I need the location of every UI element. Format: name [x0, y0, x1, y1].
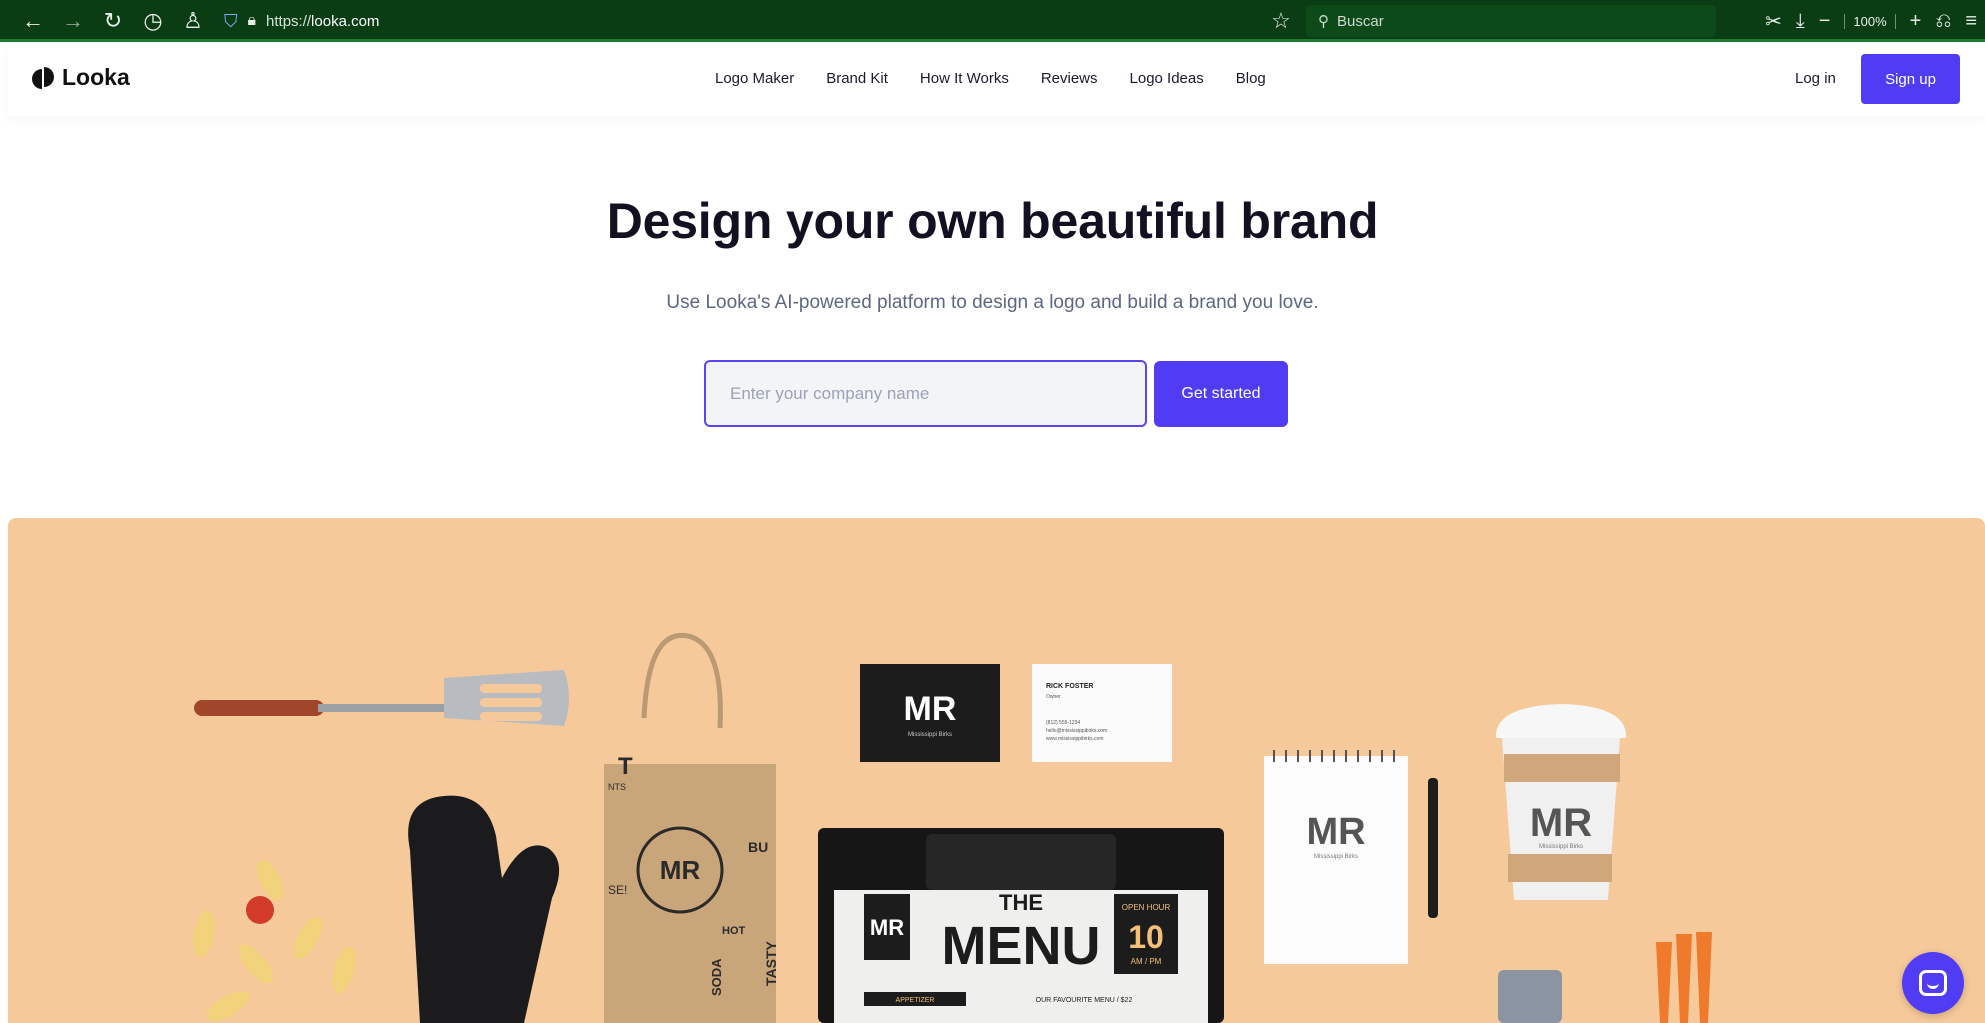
bag-brand-mark: MR — [660, 855, 701, 885]
address-bar[interactable]: ⛉ 🔒︎ https://looka.com — [224, 11, 379, 32]
back-icon[interactable]: ← — [20, 8, 46, 34]
coffee-cup-image: MR Mississippi Birks — [1495, 704, 1627, 900]
favourite-label: OUR FAVOURITE MENU / $22 — [1036, 997, 1133, 1004]
browser-search-box[interactable]: ⚲ Buscar — [1306, 5, 1716, 37]
black-business-card-image: MR Mississippi Birks — [860, 664, 1000, 762]
login-link[interactable]: Log in — [1795, 70, 1836, 87]
site-header: Looka Logo Maker Brand Kit How It Works … — [8, 42, 1985, 116]
cup-tagline: Mississippi Birks — [1539, 844, 1583, 850]
zoom-in-icon[interactable]: + — [1910, 10, 1922, 33]
chat-launcher-button[interactable] — [1902, 952, 1964, 1014]
spatula-image — [194, 670, 569, 726]
bag-word: SODA — [709, 958, 724, 996]
looka-logo-icon — [32, 66, 54, 89]
magnifier-icon: ⚲ — [1318, 13, 1329, 30]
banner-illustration: MR T NTS SE! BU HOT TASTY SODA MR Missis… — [193, 632, 1712, 1023]
hero-subtitle: Use Looka's AI-powered platform to desig… — [666, 292, 1319, 313]
signup-button[interactable]: Sign up — [1861, 54, 1960, 104]
bag-word: TASTY — [763, 940, 779, 986]
lock-icon[interactable]: 🔒︎ — [248, 12, 257, 30]
carrots-image — [1656, 932, 1712, 1023]
nav-reviews[interactable]: Reviews — [1041, 70, 1098, 87]
get-started-button[interactable]: Get started — [1154, 361, 1288, 427]
card-brand-mark: MR — [904, 690, 957, 728]
bag-word: NTS — [608, 782, 626, 792]
cup-brand-mark: MR — [1530, 801, 1592, 845]
bag-word: T — [618, 753, 633, 780]
oven-mitt-image — [408, 795, 560, 1023]
cleaver-image — [1498, 970, 1562, 1023]
nav-logo-ideas[interactable]: Logo Ideas — [1130, 70, 1204, 87]
main-nav: Logo Maker Brand Kit How It Works Review… — [715, 70, 1298, 87]
extensions-icon[interactable]: ⎌ — [1935, 10, 1951, 33]
open-hour-unit: AM / PM — [1131, 957, 1162, 966]
forward-icon[interactable]: → — [60, 8, 86, 34]
company-name-input[interactable] — [704, 360, 1147, 427]
fries-image — [193, 859, 356, 1021]
nav-brand-kit[interactable]: Brand Kit — [826, 70, 888, 87]
card-tagline: Mississippi Birks — [908, 732, 952, 738]
browser-search-placeholder: Buscar — [1337, 12, 1384, 30]
menu-brand-mark: MR — [870, 915, 904, 940]
bag-word: SE! — [608, 883, 627, 897]
bag-word: BU — [748, 839, 768, 855]
logo-text: Looka — [62, 64, 130, 90]
card-line: hello@mississippibirks.com — [1046, 728, 1107, 734]
notepad-image: MR Mississippi Birks — [1264, 750, 1438, 964]
download-icon[interactable]: ⤓ — [1796, 10, 1805, 33]
nav-how-it-works[interactable]: How It Works — [920, 70, 1009, 87]
reload-icon[interactable]: ↻ — [100, 8, 126, 34]
open-hour-label: OPEN HOUR — [1122, 903, 1171, 912]
menu-the-text: THE — [999, 890, 1043, 915]
chat-icon — [1919, 970, 1947, 996]
paper-bag-image: MR T NTS SE! BU HOT TASTY SODA — [604, 632, 779, 1023]
url-text[interactable]: https://looka.com — [266, 13, 379, 30]
notepad-tagline: Mississippi Birks — [1314, 854, 1358, 860]
menu-icon[interactable]: ≡ — [1965, 10, 1977, 33]
tracking-shield-icon[interactable]: ⛉ — [224, 11, 238, 32]
zoom-level[interactable]: 100% — [1844, 13, 1896, 29]
hero-title: Design your own beautiful brand — [606, 193, 1379, 249]
site-logo[interactable]: Looka — [32, 64, 130, 91]
card-line: (812) 555-1234 — [1046, 720, 1080, 726]
brand-mockup-banner: MR T NTS SE! BU HOT TASTY SODA MR Missis… — [8, 518, 1985, 1023]
appetizer-label: APPETIZER — [896, 997, 935, 1004]
white-business-card-image: RICK FOSTER Owner (812) 555-1234 hello@m… — [1032, 664, 1172, 762]
card-line: www.mississippibirks.com — [1046, 736, 1104, 742]
browser-toolbar: ← → ↻ ◷ ♙ ⛉ 🔒︎ https://looka.com ☆ ⚲ Bus… — [0, 0, 1985, 42]
zoom-out-icon[interactable]: − — [1819, 10, 1831, 33]
open-hour-value: 10 — [1128, 919, 1164, 955]
notepad-brand-mark: MR — [1306, 811, 1365, 853]
tab-manager-icon[interactable]: ♙ — [180, 8, 206, 34]
clipboard-menu-image: MR THE MENU OPEN HOUR 10 AM / PM APPETIZ… — [818, 828, 1224, 1023]
bookmark-star-icon[interactable]: ☆ — [1268, 8, 1294, 34]
card-role: Owner — [1046, 694, 1061, 700]
history-icon[interactable]: ◷ — [140, 8, 166, 34]
nav-blog[interactable]: Blog — [1236, 70, 1266, 87]
screenshot-icon[interactable]: ✂ — [1765, 9, 1782, 34]
bag-word: HOT — [722, 925, 746, 937]
menu-word-text: MENU — [942, 916, 1101, 976]
card-name: RICK FOSTER — [1046, 683, 1093, 690]
nav-logo-maker[interactable]: Logo Maker — [715, 70, 794, 87]
